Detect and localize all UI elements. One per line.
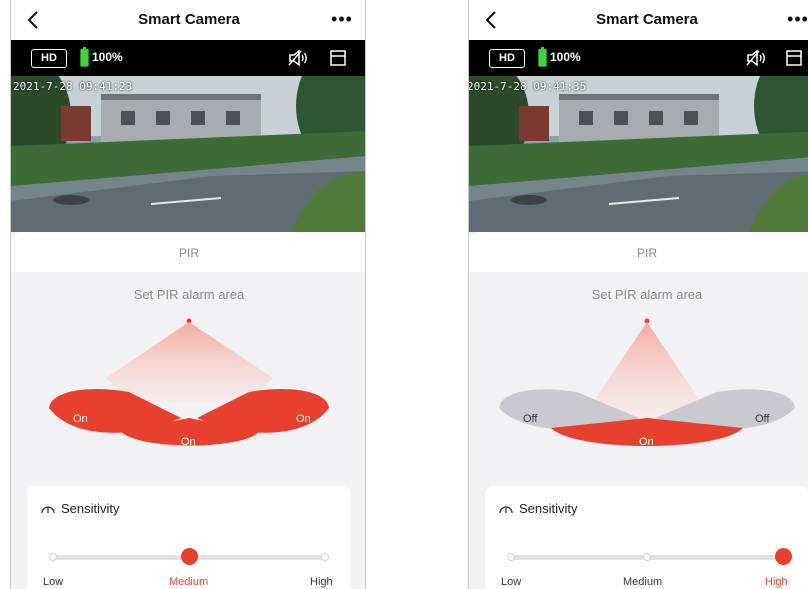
camera-video-feed[interactable] [469, 76, 808, 232]
camera-video-feed[interactable] [11, 76, 366, 232]
sensitivity-icon [499, 506, 513, 514]
sensitivity-icon [41, 506, 55, 514]
zone-left-label: Off [523, 413, 538, 425]
stage: Smart Camera ••• HD 100% 2021-7-28 09:41… [0, 0, 808, 589]
level-medium-label: Medium [169, 576, 209, 588]
sensitivity-card: Sensitivity Low Medium High [485, 486, 808, 589]
level-high-label: High [310, 576, 333, 588]
layout-icon[interactable] [329, 49, 347, 67]
panel-title: PIR [178, 246, 199, 260]
hd-quality-button[interactable]: HD [489, 49, 525, 68]
zone-center-label: On [181, 436, 196, 448]
more-dots-icon[interactable]: ••• [329, 8, 355, 30]
sensitivity-card: Sensitivity Low Medium High [27, 486, 351, 589]
battery-level: 100% [550, 50, 581, 64]
video-timestamp: 2021-7-28 09:41:35 [468, 80, 587, 93]
pir-zone-diagram: On On On [49, 318, 329, 448]
pir-panel-header: PIR [11, 232, 365, 272]
zone-right-label: Off [755, 413, 770, 425]
layout-icon[interactable] [785, 49, 803, 67]
battery-icon [538, 47, 547, 67]
pir-subtitle: Set PIR alarm area [133, 287, 245, 302]
slider-stop-high[interactable] [321, 553, 329, 561]
page-title: Smart Camera [138, 11, 240, 28]
panel-title: PIR [636, 246, 657, 260]
sensitivity-slider-thumb[interactable] [775, 548, 792, 565]
pir-zone-diagram: Off Off On [499, 318, 795, 448]
camera-status-bar: HD 100% [469, 40, 808, 76]
phone-screen-2: Smart Camera ••• HD 100% 2021-7-28 09:41… [468, 0, 808, 589]
video-timestamp: 2021-7-28 09:41:23 [13, 80, 133, 93]
mute-speaker-icon[interactable] [287, 48, 309, 68]
zone-right-label: On [296, 413, 311, 425]
slider-stop-low[interactable] [507, 553, 515, 561]
page-title: Smart Camera [596, 11, 698, 28]
navigation-bar: Smart Camera ••• [469, 0, 808, 40]
level-medium-label: Medium [623, 576, 663, 588]
level-low-label: Low [43, 576, 64, 588]
pir-subtitle: Set PIR alarm area [591, 287, 703, 302]
slider-stop-low[interactable] [49, 553, 57, 561]
sensitivity-slider-thumb[interactable] [181, 548, 198, 565]
level-high-label: High [765, 576, 788, 588]
sensitivity-label: Sensitivity [519, 501, 578, 516]
navigation-bar: Smart Camera ••• [11, 0, 365, 40]
more-dots-icon[interactable]: ••• [785, 8, 808, 30]
zone-center-label: On [639, 436, 654, 448]
battery-icon [80, 47, 89, 67]
sensitivity-label: Sensitivity [61, 501, 120, 516]
hd-quality-button[interactable]: HD [31, 49, 67, 68]
camera-status-bar: HD 100% [11, 40, 365, 76]
slider-stop-medium[interactable] [643, 553, 651, 561]
level-low-label: Low [501, 576, 522, 588]
pir-panel-header: PIR [469, 232, 808, 272]
zone-left-label: On [73, 413, 88, 425]
phone-screen-1: Smart Camera ••• HD 100% 2021-7-28 09:41… [10, 0, 366, 589]
mute-speaker-icon[interactable] [745, 48, 767, 68]
battery-level: 100% [92, 50, 123, 64]
